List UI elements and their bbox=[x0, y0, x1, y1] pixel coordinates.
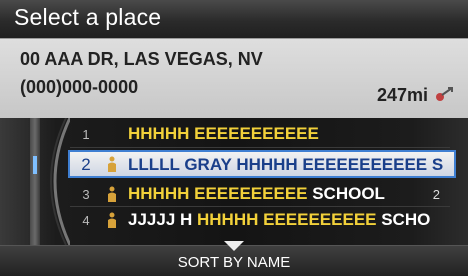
list-item-selected[interactable]: 2 LLLLL GRAY HHHHH EEEEEEEEEEE S bbox=[68, 150, 456, 178]
item-name: JJJJJ H HHHHH EEEEEEEEEE SCHO bbox=[128, 210, 431, 229]
navigation-screen: Select a place 00 AAA DR, LAS VEGAS, NV … bbox=[0, 0, 468, 276]
route-arrow-icon bbox=[436, 87, 453, 101]
page-title: Select a place bbox=[14, 4, 162, 30]
person-icon bbox=[108, 212, 116, 228]
place-info-panel: 00 AAA DR, LAS VEGAS, NV (000)000-0000 2… bbox=[0, 38, 468, 119]
item-name: HHHHH EEEEEEEEEEE bbox=[128, 124, 319, 143]
list-item[interactable]: 1 HHHHH EEEEEEEEEEE bbox=[70, 122, 460, 146]
list-item[interactable]: 4 JJJJJ H HHHHH EEEEEEEEEE SCHO bbox=[70, 208, 460, 232]
down-arrow-icon bbox=[224, 241, 244, 251]
person-icon bbox=[108, 186, 116, 202]
list-item[interactable]: 3 HHHHH EEEEEEEEEE SCHOOL 2 bbox=[70, 182, 460, 206]
address-text: 00 AAA DR, LAS VEGAS, NV bbox=[20, 49, 263, 69]
item-number: 3 bbox=[82, 187, 90, 202]
item-number: 1 bbox=[82, 127, 90, 142]
item-count: 2 bbox=[432, 187, 440, 202]
sort-by-name-button[interactable]: SORT BY NAME bbox=[0, 254, 468, 271]
phone-text: (000)000-0000 bbox=[20, 77, 139, 97]
distance-text: 247mi bbox=[376, 85, 428, 105]
title-bar: Select a place bbox=[0, 0, 468, 38]
item-name: LLLLL GRAY HHHHH EEEEEEEEEEE S bbox=[128, 155, 444, 174]
list-divider bbox=[70, 147, 450, 148]
dial-arc bbox=[50, 118, 70, 245]
item-number: 4 bbox=[82, 213, 90, 228]
item-number: 2 bbox=[81, 155, 91, 174]
item-name: HHHHH EEEEEEEEEE SCHOOL bbox=[128, 184, 385, 203]
list-divider bbox=[70, 206, 450, 207]
person-icon bbox=[108, 156, 116, 172]
